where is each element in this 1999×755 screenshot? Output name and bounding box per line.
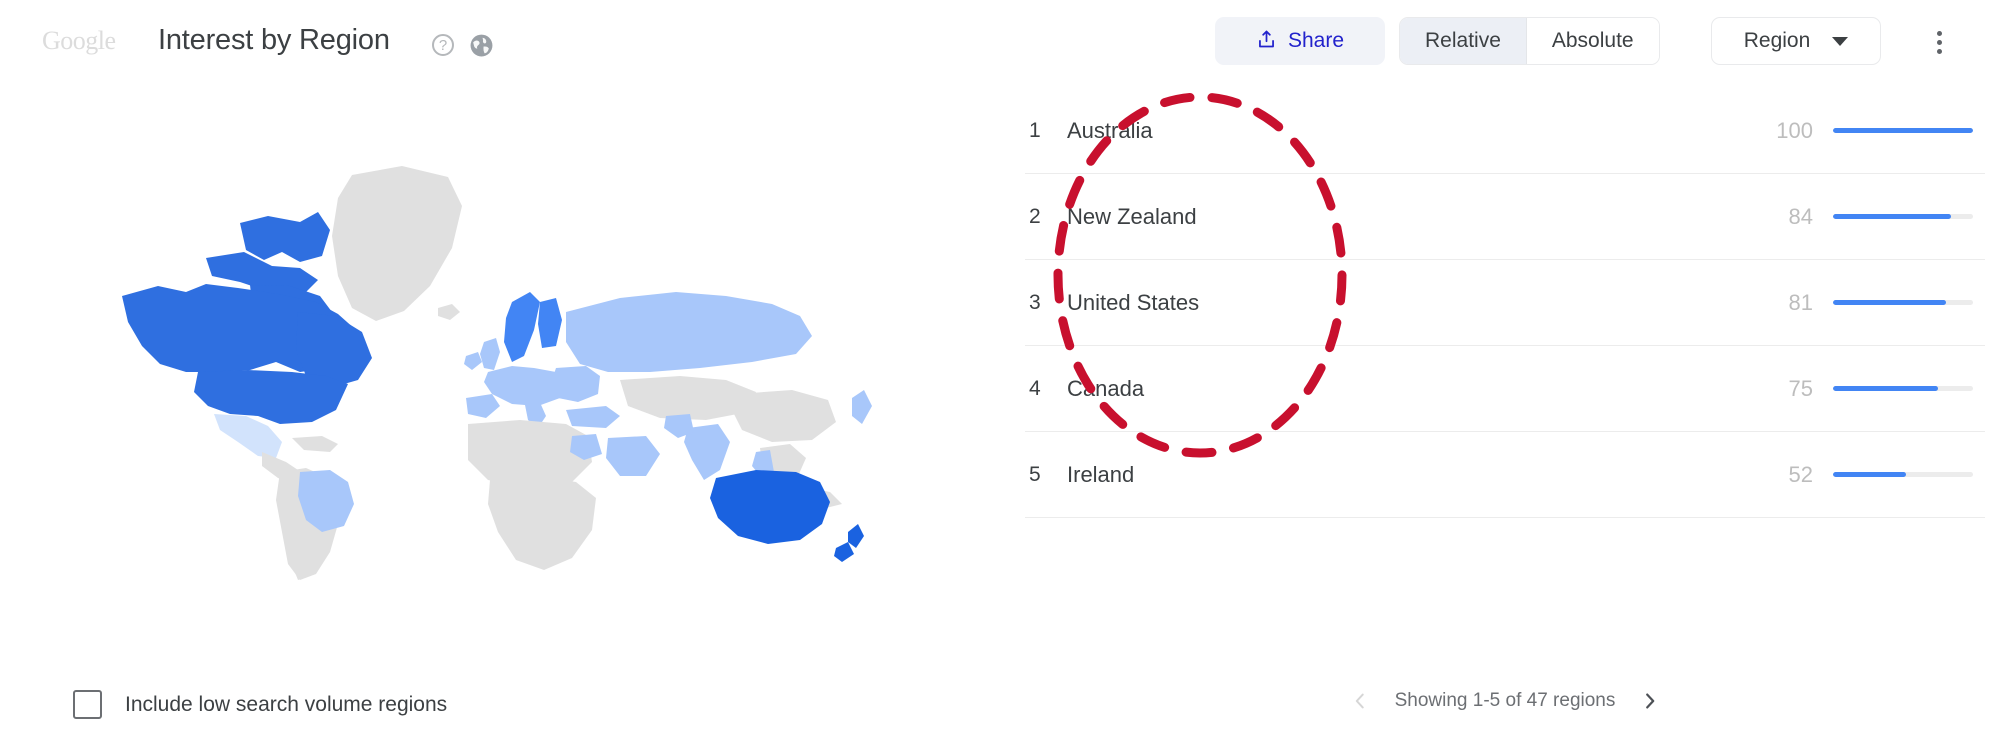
include-low-volume-checkbox[interactable]: Include low search volume regions [73, 690, 447, 719]
map-region-australia [710, 470, 830, 544]
region-dropdown[interactable]: Region [1711, 17, 1881, 65]
region-ranking-table: 1 Australia 100 2 New Zealand 84 3 Unite… [1025, 88, 1985, 518]
row-rank: 5 [1029, 462, 1041, 486]
row-bar-track [1833, 472, 1973, 477]
row-bar-track [1833, 214, 1973, 219]
region-dropdown-label: Region [1743, 29, 1811, 52]
map-region-iberia [466, 394, 500, 418]
map-region-caribbean [292, 436, 338, 452]
more-dot [1936, 39, 1942, 45]
tab-absolute[interactable]: Absolute [1526, 18, 1659, 64]
chevron-left-icon[interactable] [1349, 690, 1371, 712]
pagination: Showing 1-5 of 47 regions [1025, 690, 1985, 712]
row-bar-track [1833, 300, 1973, 305]
more-dot [1936, 30, 1942, 36]
row-region-name: Ireland [1067, 461, 1135, 487]
map-region-japan [852, 390, 872, 424]
table-row[interactable]: 5 Ireland 52 [1025, 432, 1985, 518]
more-vert-icon[interactable] [1919, 22, 1959, 62]
map-region-finland [538, 298, 562, 348]
more-dot [1936, 48, 1942, 54]
interest-by-region-widget: Google Interest by Region ? Share Relati… [0, 0, 1999, 755]
pagination-status: Showing 1-5 of 47 regions [1394, 690, 1616, 711]
share-upload-icon [1256, 29, 1277, 53]
row-bar-fill [1833, 128, 1973, 133]
widget-header: Google Interest by Region ? Share Relati… [0, 0, 1999, 80]
scale-toggle-group: Relative Absolute [1399, 17, 1660, 65]
map-region-sub-saharan-africa [488, 476, 596, 570]
row-value: 75 [1788, 375, 1813, 401]
row-rank: 3 [1029, 290, 1041, 314]
map-region-canada-arctic [240, 212, 330, 262]
help-circle-icon[interactable]: ? [432, 34, 454, 56]
globe-icon[interactable] [469, 33, 494, 58]
row-value: 100 [1776, 117, 1813, 143]
row-rank: 2 [1029, 204, 1041, 228]
row-bar-fill [1833, 300, 1947, 305]
checkbox-box[interactable] [73, 690, 102, 719]
row-bar-fill [1833, 472, 1906, 477]
table-row[interactable]: 2 New Zealand 84 [1025, 174, 1985, 260]
map-region-norway-sweden [504, 292, 540, 362]
row-rank: 4 [1029, 376, 1041, 400]
tab-relative[interactable]: Relative [1400, 18, 1526, 64]
map-region-saudi-arabia [606, 436, 660, 476]
map-region-united-kingdom [480, 338, 500, 370]
map-region-new-zealand-south [834, 542, 854, 562]
map-region-turkey [566, 406, 620, 428]
table-row[interactable]: 1 Australia 100 [1025, 88, 1985, 174]
row-value: 81 [1788, 289, 1813, 315]
chevron-right-icon[interactable] [1639, 690, 1661, 712]
row-bar-fill [1833, 386, 1938, 391]
world-choropleth-map[interactable] [0, 80, 1000, 680]
map-region-new-zealand [848, 524, 864, 548]
row-bar-track [1833, 128, 1973, 133]
share-button[interactable]: Share [1215, 17, 1385, 65]
tab-absolute-label: Absolute [1551, 29, 1634, 52]
map-region-ireland [464, 352, 482, 370]
table-row[interactable]: 3 United States 81 [1025, 260, 1985, 346]
row-value: 52 [1788, 461, 1813, 487]
map-region-greenland [332, 166, 462, 321]
google-logo: Google [42, 26, 116, 55]
map-region-eastern-europe [552, 366, 600, 402]
row-bar-track [1833, 386, 1973, 391]
chevron-down-icon [1832, 36, 1849, 46]
map-region-china [732, 390, 836, 442]
row-region-name: United States [1067, 289, 1200, 315]
row-rank: 1 [1029, 118, 1041, 142]
table-row[interactable]: 4 Canada 75 [1025, 346, 1985, 432]
row-bar-fill [1833, 214, 1951, 219]
map-landmasses [122, 166, 872, 580]
map-region-russia [566, 292, 812, 372]
map-region-iceland [438, 304, 460, 320]
row-region-name: Canada [1067, 375, 1145, 401]
tab-relative-label: Relative [1425, 29, 1501, 52]
row-region-name: New Zealand [1067, 203, 1197, 229]
row-value: 84 [1788, 203, 1813, 229]
share-button-label: Share [1287, 29, 1345, 52]
include-low-volume-label: Include low search volume regions [125, 692, 448, 716]
row-region-name: Australia [1067, 117, 1153, 143]
page-title: Interest by Region [158, 24, 390, 56]
